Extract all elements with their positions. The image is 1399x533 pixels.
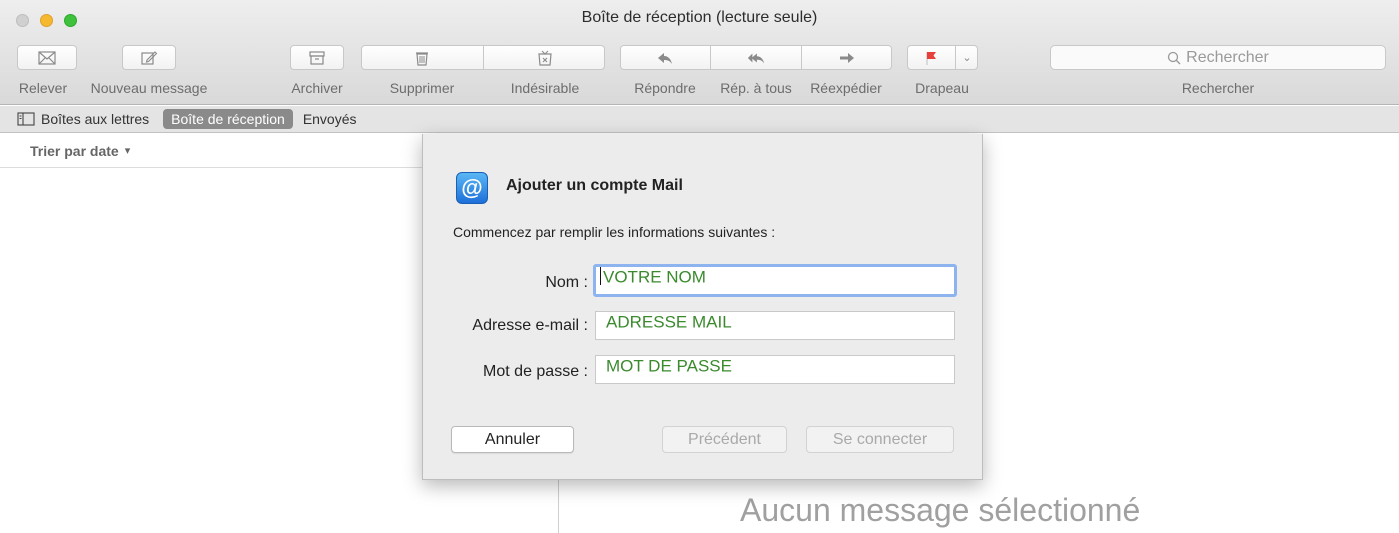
reply-all-label: Rép. à tous xyxy=(720,80,792,96)
no-message-selected: Aucun message sélectionné xyxy=(740,492,1141,528)
sign-in-button[interactable]: Se connecter xyxy=(806,426,954,453)
chevron-down-icon: ⌄ xyxy=(962,52,972,64)
segment-divider xyxy=(483,45,484,70)
search-label: Rechercher xyxy=(1181,80,1255,96)
reply-button[interactable] xyxy=(640,45,690,70)
name-value: VOTRE NOM xyxy=(603,267,706,287)
archive-button[interactable] xyxy=(290,45,344,70)
password-field[interactable]: MOT DE PASSE xyxy=(595,355,955,384)
reply-all-arrow-icon xyxy=(747,53,765,63)
forward-button[interactable] xyxy=(822,45,872,70)
forward-label: Réexpédier xyxy=(810,80,882,96)
search-placeholder: Rechercher xyxy=(1186,48,1269,66)
sheet-intro: Commencez par remplir les informations s… xyxy=(453,224,776,240)
text-caret xyxy=(600,267,601,285)
email-field[interactable]: ADRESSE MAIL xyxy=(595,311,955,340)
mailboxes-label: Boîtes aux lettres xyxy=(41,111,150,127)
junk-label: Indésirable xyxy=(510,80,580,96)
archive-box-icon xyxy=(309,50,325,65)
favorites-bar: Boîtes aux lettres Boîte de réception En… xyxy=(0,106,1399,133)
junk-button[interactable] xyxy=(520,45,570,70)
add-account-sheet: @ Ajouter un compte Mail Commencez par r… xyxy=(422,134,983,480)
new-message-label: Nouveau message xyxy=(90,80,208,96)
at-sign-icon: @ xyxy=(456,172,488,204)
search-input[interactable]: Rechercher xyxy=(1050,45,1386,70)
get-mail-button[interactable] xyxy=(17,45,77,70)
name-label: Nom : xyxy=(545,274,588,291)
archive-label: Archiver xyxy=(291,80,343,96)
password-label: Mot de passe : xyxy=(483,363,588,380)
email-label: Adresse e-mail : xyxy=(472,317,588,334)
sheet-title: Ajouter un compte Mail xyxy=(506,177,683,194)
favorite-inbox[interactable]: Boîte de réception xyxy=(163,109,293,129)
password-value: MOT DE PASSE xyxy=(606,356,732,376)
mailboxes-button[interactable]: Boîtes aux lettres xyxy=(17,109,149,129)
segment-divider xyxy=(955,45,956,70)
reply-label: Répondre xyxy=(634,80,696,96)
segment-divider xyxy=(710,45,711,70)
trash-icon xyxy=(416,51,428,66)
compose-icon xyxy=(141,50,158,65)
sidebar-icon xyxy=(17,112,35,126)
reply-arrow-icon xyxy=(658,52,672,64)
reply-all-button[interactable] xyxy=(731,45,781,70)
forward-arrow-icon xyxy=(840,52,854,63)
delete-label: Supprimer xyxy=(389,80,455,96)
magnifier-icon xyxy=(1167,51,1181,64)
flag-button[interactable] xyxy=(910,45,952,70)
window-toolbar: Boîte de réception (lecture seule) Relev… xyxy=(0,0,1399,105)
junk-bin-icon xyxy=(538,50,552,66)
previous-button[interactable]: Précédent xyxy=(662,426,787,453)
flag-menu-button[interactable]: ⌄ xyxy=(957,45,977,70)
new-message-button[interactable] xyxy=(122,45,176,70)
delete-button[interactable] xyxy=(397,45,447,70)
window-title: Boîte de réception (lecture seule) xyxy=(581,9,818,26)
flag-icon xyxy=(926,51,936,65)
get-mail-label: Relever xyxy=(18,80,68,96)
flag-label: Drapeau xyxy=(915,80,969,96)
favorite-sent[interactable]: Envoyés xyxy=(303,111,357,127)
chevron-down-icon: ▾ xyxy=(124,145,131,157)
email-value: ADRESSE MAIL xyxy=(606,312,732,332)
segment-divider xyxy=(801,45,802,70)
sort-label: Trier par date xyxy=(30,142,119,159)
cancel-button[interactable]: Annuler xyxy=(451,426,574,453)
name-field[interactable]: VOTRE NOM xyxy=(593,264,957,297)
envelope-icon xyxy=(38,50,56,65)
